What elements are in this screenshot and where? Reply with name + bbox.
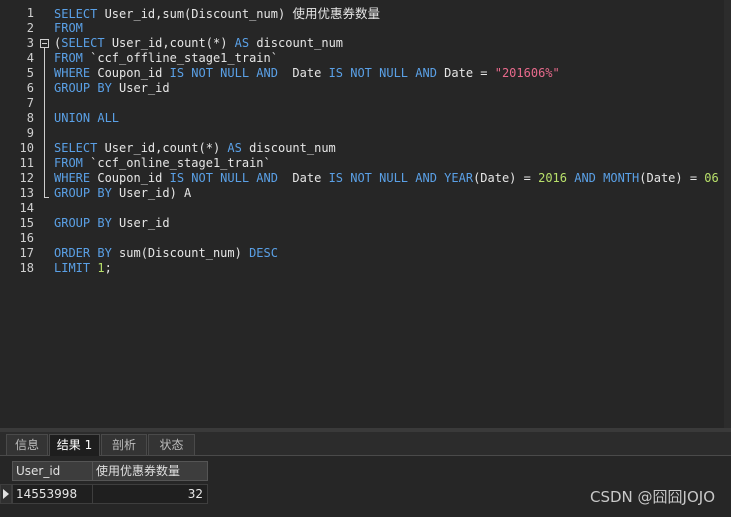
code-token: User_id: [111, 81, 170, 95]
code-token: FROM: [54, 51, 83, 65]
tab-result-1[interactable]: 结果 1: [49, 434, 100, 456]
line-number: 16: [19, 231, 34, 245]
code-token: IS NOT NULL AND YEAR: [328, 171, 474, 185]
code-line: WHERE Coupon_id IS NOT NULL AND Date IS …: [54, 171, 719, 186]
line-number: 4: [26, 51, 34, 65]
code-line: SELECT User_id,sum(Discount_num) 使用优惠券数量: [54, 6, 380, 21]
line-number: 1: [26, 6, 34, 20]
code-token: (Date) =: [473, 171, 539, 185]
tab-profile[interactable]: 剖析: [101, 434, 147, 455]
code-token: DESC: [249, 246, 278, 260]
tab-info[interactable]: 信息: [6, 434, 48, 455]
code-token: GROUP BY: [54, 186, 112, 200]
fold-guide-line: [44, 48, 45, 197]
code-token: 使用优惠券数量: [292, 6, 380, 21]
code-token: Date =: [436, 66, 495, 80]
code-token: User_id,sum(Discount_num): [97, 7, 293, 21]
code-line: GROUP BY User_id: [54, 216, 170, 231]
code-token: UNION ALL: [54, 111, 120, 125]
code-token: GROUP BY: [54, 216, 112, 230]
code-token: AND MONTH: [574, 171, 640, 185]
line-number: 18: [19, 261, 34, 275]
code-token: 2016: [538, 171, 567, 185]
current-row-arrow-icon: [3, 489, 9, 499]
line-number: 2: [26, 21, 34, 35]
code-line: ORDER BY sum(Discount_num) DESC: [54, 246, 278, 261]
code-token: Coupon_id: [90, 171, 170, 185]
result-tabbar: 信息 结果 1 剖析 状态: [0, 432, 731, 456]
tab-status[interactable]: 状态: [148, 434, 195, 455]
code-token: Coupon_id: [90, 66, 170, 80]
result-grid: User_id 使用优惠券数量 14553998 32 CSDN @囧囧JOJO: [0, 456, 731, 517]
code-token: ;: [104, 261, 112, 275]
code-token: IS NOT NULL AND: [169, 66, 278, 80]
code-line: GROUP BY User_id) A: [54, 186, 191, 201]
code-token: Date: [277, 171, 329, 185]
code-token: 06: [704, 171, 719, 185]
code-token: User_id,count(*): [104, 36, 235, 50]
line-number: 12: [19, 171, 34, 185]
fold-collapse-icon[interactable]: [40, 39, 49, 48]
code-token: IS NOT NULL AND: [169, 171, 278, 185]
line-number: 13: [19, 186, 34, 200]
line-number: 17: [19, 246, 34, 260]
code-token: LIMIT: [54, 261, 91, 275]
code-token: SELECT: [54, 7, 98, 21]
code-token: User_id: [111, 216, 170, 230]
column-header-user-id[interactable]: User_id: [12, 461, 93, 481]
line-number: 11: [19, 156, 34, 170]
code-token: 1: [97, 261, 105, 275]
line-number: 8: [26, 111, 34, 125]
line-number: 10: [19, 141, 34, 155]
code-token: FROM: [54, 21, 83, 35]
code-token: User_id,count(*): [97, 141, 228, 155]
code-line: SELECT User_id,count(*) AS discount_num: [54, 141, 336, 156]
code-token: SELECT: [54, 141, 98, 155]
code-token: WHERE: [54, 171, 91, 185]
code-token: User_id) A: [111, 186, 192, 200]
line-number: 7: [26, 96, 34, 110]
code-line: WHERE Coupon_id IS NOT NULL AND Date IS …: [54, 66, 560, 81]
code-line: UNION ALL: [54, 111, 119, 126]
code-token: (Date) =: [639, 171, 705, 185]
line-number: 14: [19, 201, 34, 215]
line-number: 3: [26, 36, 34, 50]
line-number: 6: [26, 81, 34, 95]
code-token: `ccf_online_stage1_train`: [82, 156, 271, 170]
code-token: `ccf_offline_stage1_train`: [82, 51, 278, 65]
code-token: IS NOT NULL AND: [328, 66, 437, 80]
editor-scrollbar[interactable]: [724, 0, 731, 428]
line-number: 5: [26, 66, 34, 80]
code-token: Date: [277, 66, 329, 80]
code-token: AS: [227, 141, 242, 155]
code-token: GROUP BY: [54, 81, 112, 95]
code-line: FROM `ccf_online_stage1_train`: [54, 156, 271, 171]
code-token: sum(Discount_num): [111, 246, 250, 260]
fold-end-mark: [44, 197, 49, 198]
code-token: AS: [234, 36, 250, 50]
code-line: (SELECT User_id,count(*) AS discount_num: [54, 36, 343, 51]
code-token: discount_num: [241, 141, 336, 155]
code-token: SELECT: [61, 36, 105, 50]
sql-editor[interactable]: 1 2 3 4 5 6 7 8 9 10 11 12 13 14 15 16 17 18 SELECT User_…: [0, 0, 731, 428]
code-line: FROM `ccf_offline_stage1_train`: [54, 51, 278, 66]
table-cell-coupon-count[interactable]: 32: [92, 484, 208, 504]
code-token: WHERE: [54, 66, 91, 80]
code-token: ORDER BY: [54, 246, 112, 260]
line-number-gutter: 1 2 3 4 5 6 7 8 9 10 11 12 13 14 15 16 17 18: [0, 0, 36, 428]
watermark: CSDN @囧囧JOJO: [590, 488, 715, 506]
code-line: FROM: [54, 21, 83, 36]
line-number: 9: [26, 126, 34, 140]
code-token: FROM: [54, 156, 83, 170]
code-token: discount_num: [249, 36, 344, 50]
column-header-coupon-count[interactable]: 使用优惠券数量: [92, 461, 208, 481]
code-line: GROUP BY User_id: [54, 81, 170, 96]
table-cell-user-id[interactable]: 14553998: [12, 484, 93, 504]
line-number: 15: [19, 216, 34, 230]
code-line: LIMIT 1;: [54, 261, 112, 276]
code-token: "201606%": [494, 66, 560, 80]
